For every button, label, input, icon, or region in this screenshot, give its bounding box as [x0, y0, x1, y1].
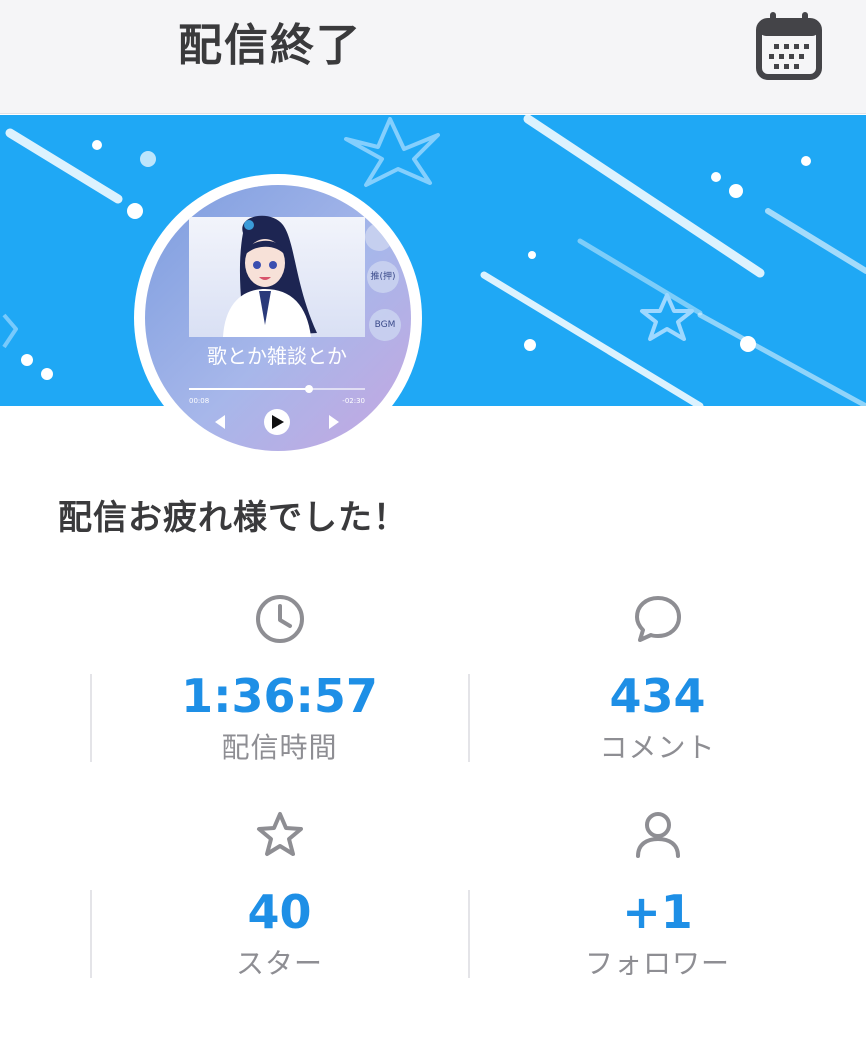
stat-label: コメント [599, 731, 716, 764]
stat-followers: +1 フォロワー [470, 808, 845, 988]
thumbnail-caption: 歌とか雑談とか [207, 344, 347, 368]
calendar-button[interactable] [752, 10, 824, 82]
stat-value: 434 [609, 669, 706, 723]
banner-decoration [2, 115, 866, 406]
stat-label: 配信時間 [221, 731, 338, 764]
stream-thumbnail-avatar: 推(押) BGM 歌とか雑談とか 00:08 -02:30 [145, 185, 411, 451]
calendar-icon [756, 12, 822, 80]
stat-value: 40 [247, 885, 312, 939]
thumbnail-remaining: -02:30 [342, 397, 365, 405]
person-icon [635, 812, 680, 858]
header-bar: 配信終了 [0, 0, 866, 114]
stat-value: 1:36:57 [181, 669, 378, 723]
stat-label: フォロワー [584, 947, 730, 980]
comment-icon [634, 596, 681, 642]
star-icon [256, 812, 303, 856]
thank-you-message: 配信お疲れ様でした！ [58, 498, 408, 538]
thumbnail-elapsed: 00:08 [189, 397, 209, 405]
stat-stars: 40 スター [92, 808, 467, 988]
clock-icon [255, 595, 304, 643]
stat-value: +1 [622, 885, 693, 939]
stat-comments: 434 コメント [470, 592, 845, 772]
stream-banner [0, 115, 866, 406]
thumbnail-side-button-2: BGM [375, 320, 396, 330]
stat-label: スター [235, 947, 323, 980]
page-title: 配信終了 [178, 20, 362, 71]
stat-stream-duration: 1:36:57 配信時間 [92, 592, 467, 772]
thumbnail-side-button-1: 推(押) [370, 270, 395, 282]
